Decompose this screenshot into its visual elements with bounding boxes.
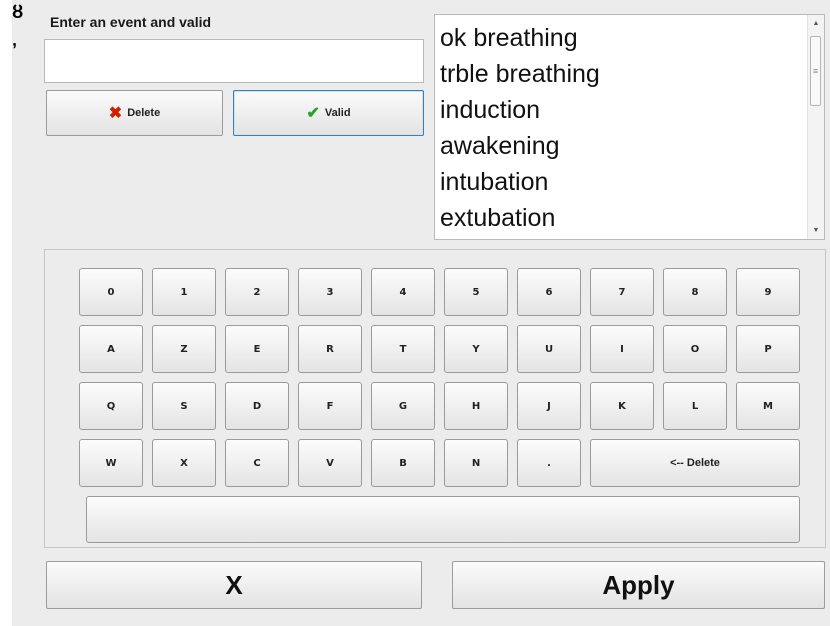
scroll-thumb[interactable]: ≡ [810, 36, 821, 106]
event-list-item[interactable]: ok breathing [440, 20, 805, 56]
event-list-item[interactable]: intubation [440, 164, 805, 200]
key-4[interactable]: 4 [371, 268, 435, 316]
event-prompt-label: Enter an event and valid [50, 14, 212, 30]
key-6[interactable]: 6 [517, 268, 581, 316]
key-y[interactable]: Y [444, 325, 508, 373]
cancel-button[interactable]: X [46, 561, 422, 609]
delete-button[interactable]: ✖ Delete [46, 90, 223, 136]
event-entry-dialog: ȣ ʼ Enter an event and valid ✖ Delete ✔ … [12, 0, 830, 626]
checkmark-icon: ✔ [306, 105, 320, 122]
event-list-item[interactable]: extubation [440, 200, 805, 236]
x-icon: ✖ [108, 105, 123, 122]
backspace-key[interactable]: <-- Delete [590, 439, 800, 487]
apply-button[interactable]: Apply [452, 561, 825, 609]
space-bar-key[interactable] [86, 496, 800, 543]
key-h[interactable]: H [444, 382, 508, 430]
valid-button[interactable]: ✔ Valid [233, 90, 424, 136]
valid-button-label: Valid [324, 107, 351, 119]
event-items: ok breathing trble breathing induction a… [440, 20, 805, 236]
key-b[interactable]: B [371, 439, 435, 487]
key-2[interactable]: 2 [225, 268, 289, 316]
key-v[interactable]: V [298, 439, 362, 487]
scroll-down-arrow-icon[interactable]: ▼ [808, 222, 824, 239]
key-i[interactable]: I [590, 325, 654, 373]
key-8[interactable]: 8 [663, 268, 727, 316]
key-u[interactable]: U [517, 325, 581, 373]
key-x[interactable]: X [152, 439, 216, 487]
event-list[interactable]: ok breathing trble breathing induction a… [434, 14, 825, 240]
key-t[interactable]: T [371, 325, 435, 373]
key-k[interactable]: K [590, 382, 654, 430]
key-7[interactable]: 7 [590, 268, 654, 316]
key-s[interactable]: S [152, 382, 216, 430]
event-input[interactable] [44, 39, 424, 83]
key-9[interactable]: 9 [736, 268, 800, 316]
event-list-scrollbar[interactable]: ▲ ≡ ▼ [807, 15, 824, 239]
event-list-item[interactable]: trble breathing [440, 56, 805, 92]
event-list-item[interactable]: induction [440, 92, 805, 128]
key-c[interactable]: C [225, 439, 289, 487]
key-n[interactable]: N [444, 439, 508, 487]
key-1[interactable]: 1 [152, 268, 216, 316]
key-f[interactable]: F [298, 382, 362, 430]
key-period[interactable]: . [517, 439, 581, 487]
key-z[interactable]: Z [152, 325, 216, 373]
cropped-glyph-bottom: ʼ [12, 40, 18, 60]
key-j[interactable]: J [517, 382, 581, 430]
key-q[interactable]: Q [79, 382, 143, 430]
key-g[interactable]: G [371, 382, 435, 430]
key-m[interactable]: M [736, 382, 800, 430]
event-list-item[interactable]: awakening [440, 128, 805, 164]
key-e[interactable]: E [225, 325, 289, 373]
key-p[interactable]: P [736, 325, 800, 373]
key-w[interactable]: W [79, 439, 143, 487]
delete-button-label: Delete [127, 107, 161, 119]
key-d[interactable]: D [225, 382, 289, 430]
key-0[interactable]: 0 [79, 268, 143, 316]
key-o[interactable]: O [663, 325, 727, 373]
key-3[interactable]: 3 [298, 268, 362, 316]
onscreen-keyboard: 0 1 2 3 4 5 6 7 8 9 A Z E R T Y U I O P … [44, 249, 826, 548]
key-a[interactable]: A [79, 325, 143, 373]
key-r[interactable]: R [298, 325, 362, 373]
cropped-glyph-top: ȣ [12, 2, 24, 22]
key-5[interactable]: 5 [444, 268, 508, 316]
scroll-up-arrow-icon[interactable]: ▲ [808, 15, 824, 32]
key-l[interactable]: L [663, 382, 727, 430]
